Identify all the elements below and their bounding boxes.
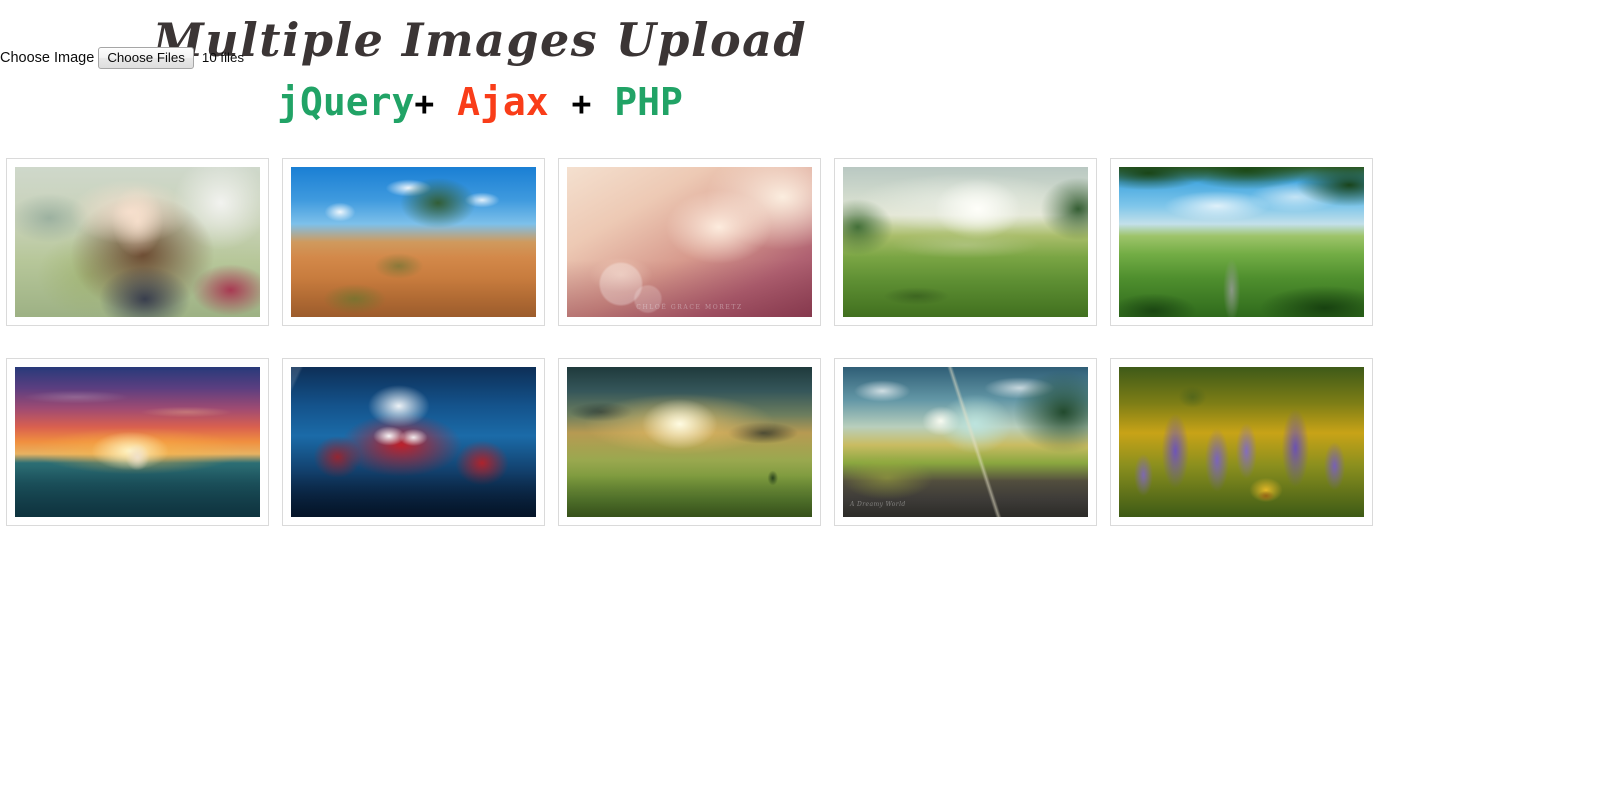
thumbnail-card[interactable] [282,158,545,326]
thumbnail-image-desert-rock[interactable] [291,167,536,317]
thumbnail-image-dreamy-road[interactable]: A Dreamy World [843,367,1088,517]
thumbnail-image-green-valley[interactable] [1119,167,1364,317]
thumbnail-image-ship-sunset[interactable] [15,367,260,517]
upload-bar: Choose Image Choose Files 10 files [0,47,244,69]
thumbnail-image-portrait-woman[interactable] [15,167,260,317]
image-watermark: A Dreamy World [850,501,906,508]
thumbnail-image-tea-hills[interactable] [843,167,1088,317]
page-subtitle: jQuery+ Ajax + PHP [0,68,960,126]
thumbnail-card[interactable] [1110,158,1373,326]
thumbnail-image-lupine-flowers[interactable] [1119,367,1364,517]
thumbnail-card[interactable] [282,358,545,526]
thumbnail-image-soft-pink-portrait[interactable]: CHLOË GRACE MORETZ [567,167,812,317]
thumbnail-card[interactable] [6,158,269,326]
thumbnail-card[interactable] [1110,358,1373,526]
selected-files-count: 10 files [201,50,245,65]
image-watermark: CHLOË GRACE MORETZ [636,304,743,311]
image-file-input[interactable]: Choose Files 10 files [98,47,244,69]
image-preview-gallery: CHLOË GRACE MORETZ A Dreamy World [6,158,1391,558]
thumbnail-card[interactable]: A Dreamy World [834,358,1097,526]
tech-ajax-label: Ajax [457,80,549,124]
tech-php-label: PHP [614,80,683,124]
thumbnail-image-spiderman[interactable] [291,367,536,517]
thumbnail-card[interactable] [6,358,269,526]
plus-separator-2: + [571,84,592,123]
thumbnail-card[interactable] [834,158,1097,326]
thumbnail-card[interactable] [558,358,821,526]
choose-image-label: Choose Image [0,50,95,66]
tech-jquery-label: jQuery [277,80,415,124]
choose-files-button[interactable]: Choose Files [98,47,194,69]
plus-separator-1: + [414,84,435,123]
thumbnail-image-sunburst-field[interactable] [567,367,812,517]
thumbnail-card[interactable]: CHLOË GRACE MORETZ [558,158,821,326]
